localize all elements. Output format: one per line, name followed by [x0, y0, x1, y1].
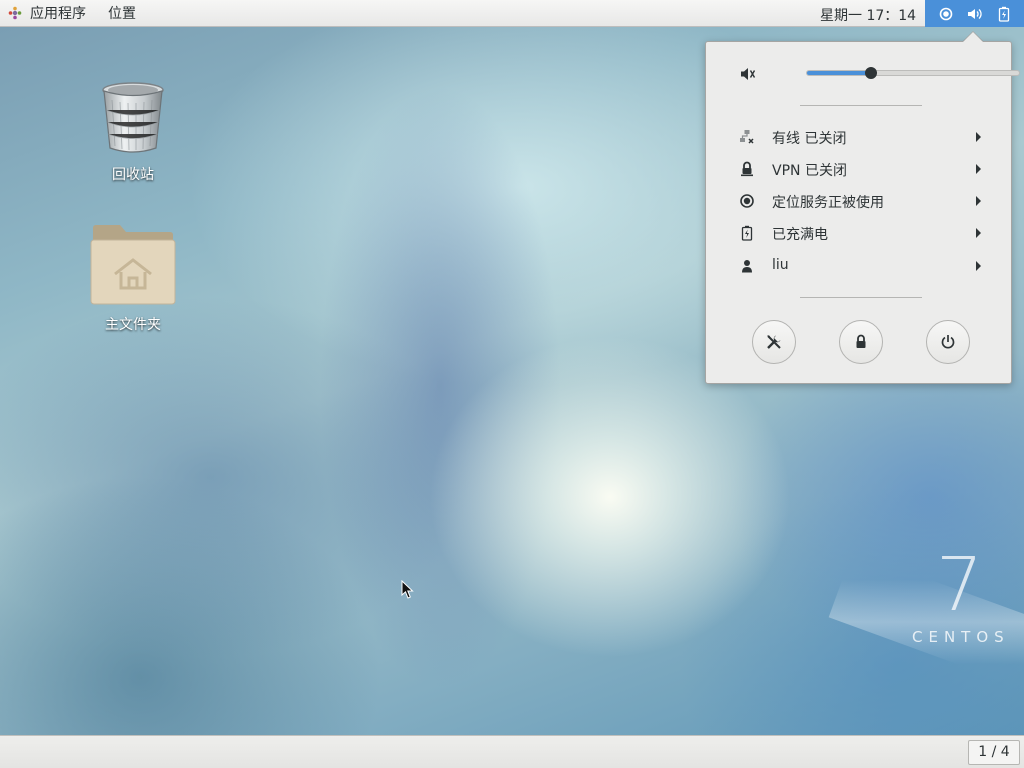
lock-icon [856, 334, 866, 348]
submenu-arrow-icon [976, 196, 981, 206]
user-icon [739, 258, 755, 274]
desktop-icon-home-folder[interactable]: 主文件夹 [83, 224, 183, 334]
clock[interactable]: 星期一 17：14 [820, 5, 916, 25]
location-icon [938, 6, 954, 22]
submenu-arrow-icon [976, 261, 981, 271]
centos-watermark: 7 CENTOS [900, 548, 1020, 648]
settings-button[interactable] [752, 320, 796, 364]
applications-menu[interactable]: 应用程序 [0, 0, 94, 27]
menu-separator [800, 297, 922, 298]
power-icon [941, 335, 955, 349]
power-off-button[interactable] [926, 320, 970, 364]
menu-item-user[interactable]: liu [706, 250, 1011, 282]
menu-item-location[interactable]: 定位服务正被使用 [706, 185, 1011, 217]
menu-item-label: 有线 已关闭 [772, 131, 847, 147]
system-menu: 有线 已关闭 VPN 已关闭 定位服务正被使用 已充满电 liu [705, 41, 1020, 384]
volume-slider-fill [807, 71, 871, 75]
system-status-area[interactable] [925, 0, 1024, 27]
desktop-icon-label: 回收站 [112, 167, 154, 183]
wired-network-icon [739, 129, 755, 145]
applications-menu-label: 应用程序 [30, 6, 86, 22]
menu-item-wired[interactable]: 有线 已关闭 [706, 121, 1011, 153]
workspace-indicator[interactable]: 1 / 4 [968, 740, 1020, 765]
volume-slider-handle[interactable] [864, 67, 877, 79]
home-folder-icon [90, 225, 176, 305]
settings-icon [767, 335, 781, 349]
volume-slider[interactable] [806, 67, 1020, 79]
submenu-arrow-icon [976, 132, 981, 142]
centos-wordmark: CENTOS [912, 628, 1010, 646]
popover-arrow [963, 32, 983, 42]
bottom-bar: 1 / 4 [0, 735, 1024, 768]
top-bar: 应用程序 位置 星期一 17：14 [0, 0, 1024, 27]
lock-screen-button[interactable] [839, 320, 883, 364]
volume-control [740, 66, 1020, 82]
submenu-arrow-icon [976, 228, 981, 238]
places-menu[interactable]: 位置 [108, 3, 136, 23]
menu-item-label: VPN 已关闭 [772, 163, 847, 179]
menu-separator [800, 105, 922, 106]
gnome-foot-icon [8, 6, 22, 20]
battery-full-icon [739, 225, 755, 241]
menu-item-label: 定位服务正被使用 [772, 195, 884, 211]
menu-item-vpn[interactable]: VPN 已关闭 [706, 153, 1011, 185]
trash-icon [102, 82, 164, 153]
desktop-icon-label: 主文件夹 [105, 317, 161, 333]
speaker-icon[interactable] [740, 66, 756, 82]
menu-item-label: liu [772, 257, 789, 273]
location-icon [739, 193, 755, 209]
menu-item-battery[interactable]: 已充满电 [706, 217, 1011, 249]
centos-version-number: 7 [936, 542, 984, 628]
submenu-arrow-icon [976, 164, 981, 174]
vpn-lock-icon [739, 161, 755, 177]
volume-icon [967, 6, 983, 22]
desktop-icon-trash[interactable]: 回收站 [83, 80, 183, 184]
battery-icon [996, 6, 1012, 22]
menu-item-label: 已充满电 [772, 227, 828, 243]
mouse-cursor-icon [401, 580, 414, 599]
